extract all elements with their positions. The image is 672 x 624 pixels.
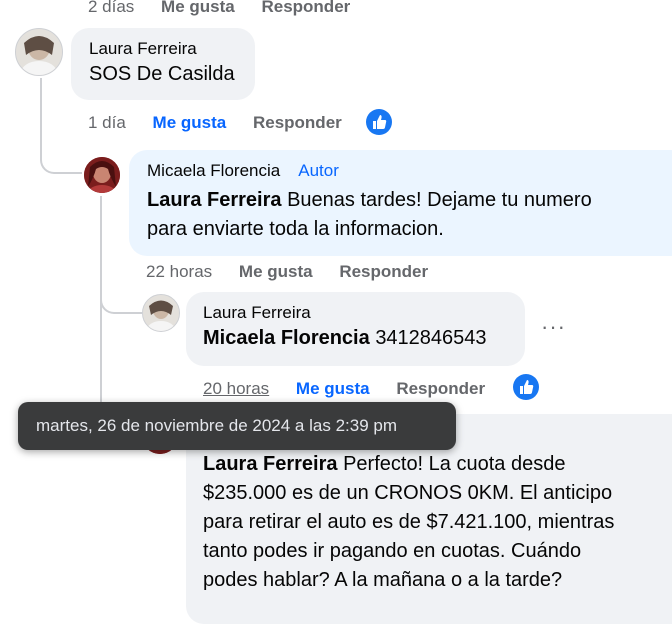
- thumbs-up-icon: [513, 374, 539, 400]
- comment-meta: 20 horas Me gusta Responder: [203, 378, 507, 400]
- top-comment-reply-button[interactable]: Responder: [261, 0, 350, 18]
- reply-button[interactable]: Responder: [253, 112, 342, 134]
- comment-bubble: Laura Ferreira SOS De Casilda: [71, 28, 255, 100]
- mention-link[interactable]: Laura Ferreira: [147, 189, 282, 211]
- comment-text-line-2: $235.000 es de un CRONOS 0KM. El anticip…: [203, 482, 613, 504]
- avatar[interactable]: [15, 28, 63, 76]
- comment-text-body: 3412846543: [375, 327, 487, 349]
- reply-button[interactable]: Responder: [339, 261, 428, 283]
- avatar[interactable]: [142, 294, 180, 332]
- like-button[interactable]: Me gusta: [153, 112, 227, 134]
- comment-text: Laura Ferreira Buenas tardes! Dejame tu …: [147, 186, 671, 244]
- comment-meta: 22 horas Me gusta Responder: [146, 261, 450, 283]
- comment-meta: 1 día Me gusta Responder: [88, 112, 364, 134]
- comment-author[interactable]: Micaela Florencia: [147, 161, 280, 180]
- comment-text-line-4: tanto podes ir pagando en cuotas. Cuándo: [203, 540, 582, 562]
- author-badge: Autor: [298, 161, 339, 180]
- like-button[interactable]: Me gusta: [239, 261, 313, 283]
- comment-time[interactable]: 20 horas: [203, 378, 269, 400]
- thread-line-branch-2: [100, 280, 142, 314]
- comment-author[interactable]: Laura Ferreira: [203, 302, 508, 324]
- reply-button[interactable]: Responder: [396, 378, 485, 400]
- comment-bubble: Micaela Florencia Autor Laura Ferreira Bu…: [129, 150, 672, 256]
- top-comment-time[interactable]: 2 días: [88, 0, 134, 18]
- comment-text-line-1: Perfecto! La cuota desde: [343, 453, 566, 475]
- like-button[interactable]: Me gusta: [296, 378, 370, 400]
- comment-text: Laura Ferreira Perfecto! La cuota desde …: [203, 450, 672, 595]
- mention-link[interactable]: Micaela Florencia: [203, 327, 370, 349]
- thumbs-up-icon: [366, 109, 392, 135]
- comment-text-line-2: para enviarte toda la informacion.: [147, 218, 444, 240]
- comment-author[interactable]: Laura Ferreira: [89, 38, 237, 60]
- comment-text: Micaela Florencia 3412846543: [203, 324, 508, 353]
- comment-bubble: Laura Ferreira Micaela Florencia 3412846…: [186, 292, 525, 366]
- comment-time[interactable]: 22 horas: [146, 261, 212, 283]
- comment-text-line-5: podes hablar? A la mañana o a la tarde?: [203, 569, 563, 591]
- timestamp-tooltip: martes, 26 de noviembre de 2024 a las 2:…: [18, 402, 456, 450]
- top-comment-like-button[interactable]: Me gusta: [161, 0, 235, 18]
- comment-text-line-1: Buenas tardes! Dejame tu numero: [287, 189, 592, 211]
- avatar[interactable]: [84, 157, 120, 193]
- more-options-icon[interactable]: ···: [541, 314, 566, 340]
- top-comment-meta: 2 días Me gusta Responder: [88, 0, 372, 18]
- comment-time[interactable]: 1 día: [88, 112, 126, 134]
- comment-author-row: Micaela Florencia Autor: [147, 160, 671, 182]
- comment-text-line-3: para retirar el auto es de $7.421.100, m…: [203, 511, 615, 533]
- mention-link[interactable]: Laura Ferreira: [203, 453, 338, 475]
- comment-text: SOS De Casilda: [89, 63, 235, 85]
